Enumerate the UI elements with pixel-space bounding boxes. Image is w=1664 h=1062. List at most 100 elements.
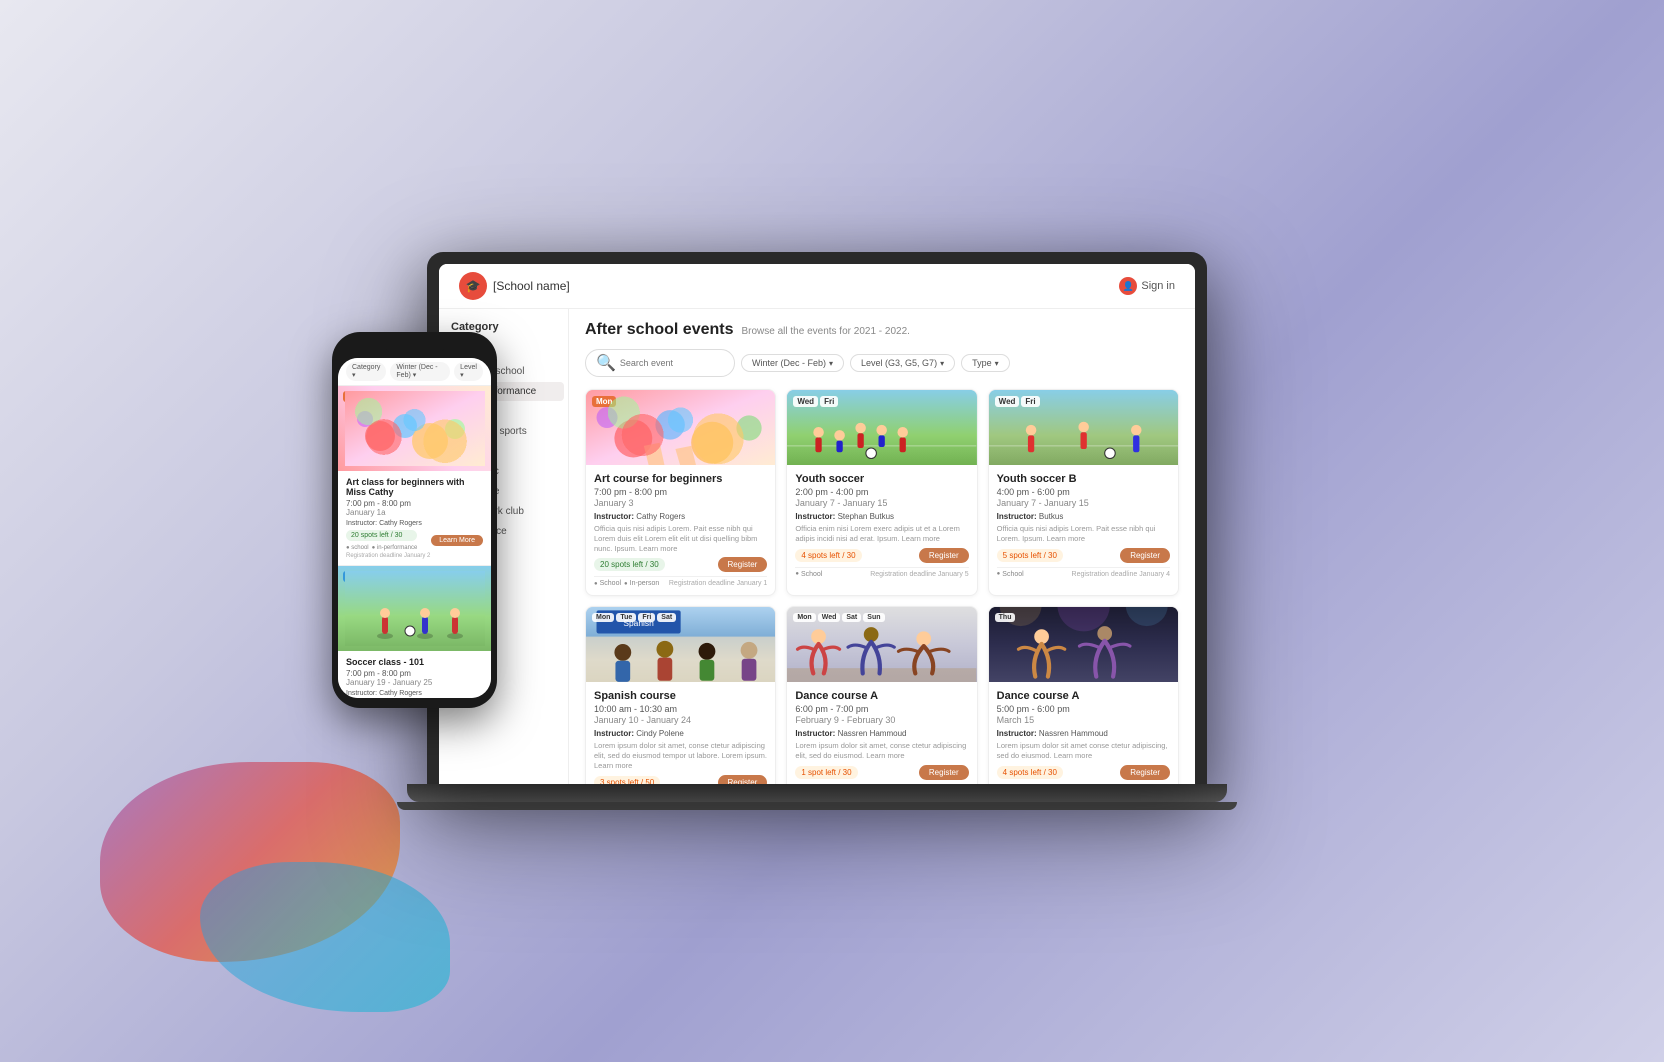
dance-a-day-badges: Mon Wed Sat Sun	[793, 613, 884, 622]
soccer-register-btn[interactable]: Register	[919, 548, 969, 563]
event-card-soccer: Wed Fri Youth soccer 2:00 pm - 4:00 pm J…	[786, 389, 977, 596]
art-spots-row: 20 spots left / 30 Register	[594, 557, 767, 572]
event-card-spanish: Spanish Mon Tue Fri Sat	[585, 606, 776, 784]
phone-art-tag-2: ● in-performance	[372, 545, 418, 551]
filters-row: 🔍 Winter (Dec - Feb) Level (G3, G5, G7) …	[585, 349, 1179, 377]
dance-b-card-desc: Lorem ipsum dolor sit amet conse ctetur …	[997, 741, 1170, 761]
soccer-card-date: January 7 - January 15	[795, 498, 968, 508]
app-logo: 🎓 [School name]	[459, 272, 570, 300]
phone-card-art-body: Art class for beginners with Miss Cathy …	[338, 471, 491, 565]
phone-art-deadline: Registration deadline January 2	[346, 553, 483, 559]
soccer-b-day-wed: Wed	[995, 396, 1020, 407]
spanish-card-title: Spanish course	[594, 690, 767, 702]
soccer-tag-school: School	[795, 571, 822, 578]
phone-art-spots: 20 spots left / 30	[346, 530, 417, 541]
phone-header: Category ▾ Winter (Dec - Feb) ▾ Level ▾	[338, 358, 491, 386]
phone-card-art: Mon	[338, 386, 491, 566]
app-main: Category All Summer school Art & perform…	[439, 309, 1195, 784]
phone-card-soccer-body: Soccer class - 101 7:00 pm - 8:00 pm Jan…	[338, 651, 491, 698]
art-svg	[586, 390, 775, 465]
spanish-card-instructor: Instructor: Cindy Polene	[594, 729, 767, 738]
spanish-day-fri: Fri	[638, 613, 655, 622]
spanish-day-tue: Tue	[616, 613, 636, 622]
search-icon: 🔍	[596, 353, 616, 373]
filter-level-btn[interactable]: Level (G3, G5, G7)	[850, 354, 955, 372]
art-card-footer: School In-person Registration deadline J…	[594, 576, 767, 587]
spanish-card-body: Spanish course 10:00 am - 10:30 am Janua…	[586, 682, 775, 784]
art-card-tags: School In-person	[594, 580, 659, 587]
device-scene: Category ▾ Winter (Dec - Feb) ▾ Level ▾ …	[427, 252, 1237, 810]
phone-art-tag-1: ● school	[346, 545, 369, 551]
phone-card-soccer-image: Tue	[338, 566, 491, 651]
spanish-card-date: January 10 - January 24	[594, 715, 767, 725]
phone-card-soccer-date: January 19 - January 25	[346, 678, 483, 687]
phone-art-learn-btn[interactable]: Learn More	[431, 535, 483, 546]
dance-a-day-wed: Wed	[818, 613, 841, 622]
spanish-register-btn[interactable]: Register	[718, 775, 768, 785]
soccer-spots-badge: 4 spots left / 30	[795, 549, 861, 562]
art-deadline: Registration deadline January 1	[669, 580, 767, 587]
phone-card-art-date: January 1a	[346, 508, 483, 517]
soccer-b-day-badges: Wed Fri	[995, 396, 1040, 407]
art-card-date: January 3	[594, 498, 767, 508]
spanish-day-badges: Mon Tue Fri Sat	[592, 613, 676, 622]
soccer-b-deadline: Registration deadline January 4	[1072, 571, 1170, 578]
school-name: [School name]	[493, 279, 570, 293]
laptop-base	[407, 784, 1227, 802]
page-subtitle: Browse all the events for 2021 - 2022.	[741, 326, 909, 337]
dance-b-register-btn[interactable]: Register	[1120, 765, 1170, 780]
search-input[interactable]	[620, 358, 724, 368]
sign-in-label: Sign in	[1141, 280, 1175, 292]
soccer-b-card-tags: School	[997, 571, 1024, 578]
spanish-spots-row: 3 spots left / 50 Register	[594, 775, 767, 785]
soccer-card-time: 2:00 pm - 4:00 pm	[795, 487, 968, 497]
bg-blob-2	[200, 862, 450, 1012]
art-card-body: Art course for beginners 7:00 pm - 8:00 …	[586, 465, 775, 595]
art-card-time: 7:00 pm - 8:00 pm	[594, 487, 767, 497]
art-course-image: Mon	[586, 390, 775, 465]
phone-filter-level[interactable]: Level ▾	[454, 362, 483, 381]
soccer-b-register-btn[interactable]: Register	[1120, 548, 1170, 563]
soccer-card-desc: Officia enim nisi Lorem exerc adipis ut …	[795, 524, 968, 544]
phone-day-badge-mon: Mon	[343, 391, 367, 402]
soccer-b-card-footer: School Registration deadline January 4	[997, 567, 1170, 578]
dance-a-spots-row: 1 spot left / 30 Register	[795, 765, 968, 780]
dance-a-day-sat: Sat	[842, 613, 861, 622]
soccer-b-card-date: January 7 - January 15	[997, 498, 1170, 508]
logo-icon: 🎓	[459, 272, 487, 300]
dance-a-register-btn[interactable]: Register	[919, 765, 969, 780]
dance-b-card-time: 5:00 pm - 6:00 pm	[997, 704, 1170, 714]
art-register-btn[interactable]: Register	[718, 557, 768, 572]
dance-a-day-sun: Sun	[863, 613, 884, 622]
search-box[interactable]: 🔍	[585, 349, 735, 377]
phone-notch	[385, 342, 445, 354]
phone-device: Category ▾ Winter (Dec - Feb) ▾ Level ▾ …	[332, 332, 497, 708]
spanish-card-time: 10:00 am - 10:30 am	[594, 704, 767, 714]
dance-b-svg	[989, 607, 1178, 682]
phone-card-soccer-time: 7:00 pm - 8:00 pm	[346, 669, 483, 678]
dance-b-card-title: Dance course A	[997, 690, 1170, 702]
soccer-b-image: Wed Fri	[989, 390, 1178, 465]
soccer-image-svg	[345, 571, 485, 646]
phone-filter-category[interactable]: Category ▾	[346, 362, 386, 381]
soccer-b-card-desc: Officia quis nisi adipis Lorem. Pait ess…	[997, 524, 1170, 544]
dance-b-spots-badge: 4 spots left / 30	[997, 766, 1063, 779]
phone-filter-season[interactable]: Winter (Dec - Feb) ▾	[390, 362, 450, 381]
phone-screen: Category ▾ Winter (Dec - Feb) ▾ Level ▾ …	[338, 358, 491, 698]
art-tag-school: School	[594, 580, 621, 587]
content-area: After school events Browse all the event…	[569, 309, 1195, 784]
sign-in-button[interactable]: 👤 Sign in	[1119, 277, 1175, 295]
dance-b-day-thu: Thu	[995, 613, 1016, 622]
filter-type-btn[interactable]: Type	[961, 354, 1010, 372]
page-title: After school events	[585, 321, 733, 339]
dance-a-card-date: February 9 - February 30	[795, 715, 968, 725]
soccer-day-wed: Wed	[793, 396, 818, 407]
dance-a-card-desc: Lorem ipsum dolor sit amet, conse ctetur…	[795, 741, 968, 761]
soccer-b-card-instructor: Instructor: Butkus	[997, 512, 1170, 521]
art-card-title: Art course for beginners	[594, 473, 767, 485]
soccer-b-spots-badge: 5 spots left / 30	[997, 549, 1063, 562]
filter-season-btn[interactable]: Winter (Dec - Feb)	[741, 354, 844, 372]
phone-card-art-time: 7:00 pm - 8:00 pm	[346, 499, 483, 508]
dance-a-card-title: Dance course A	[795, 690, 968, 702]
soccer-card-title: Youth soccer	[795, 473, 968, 485]
